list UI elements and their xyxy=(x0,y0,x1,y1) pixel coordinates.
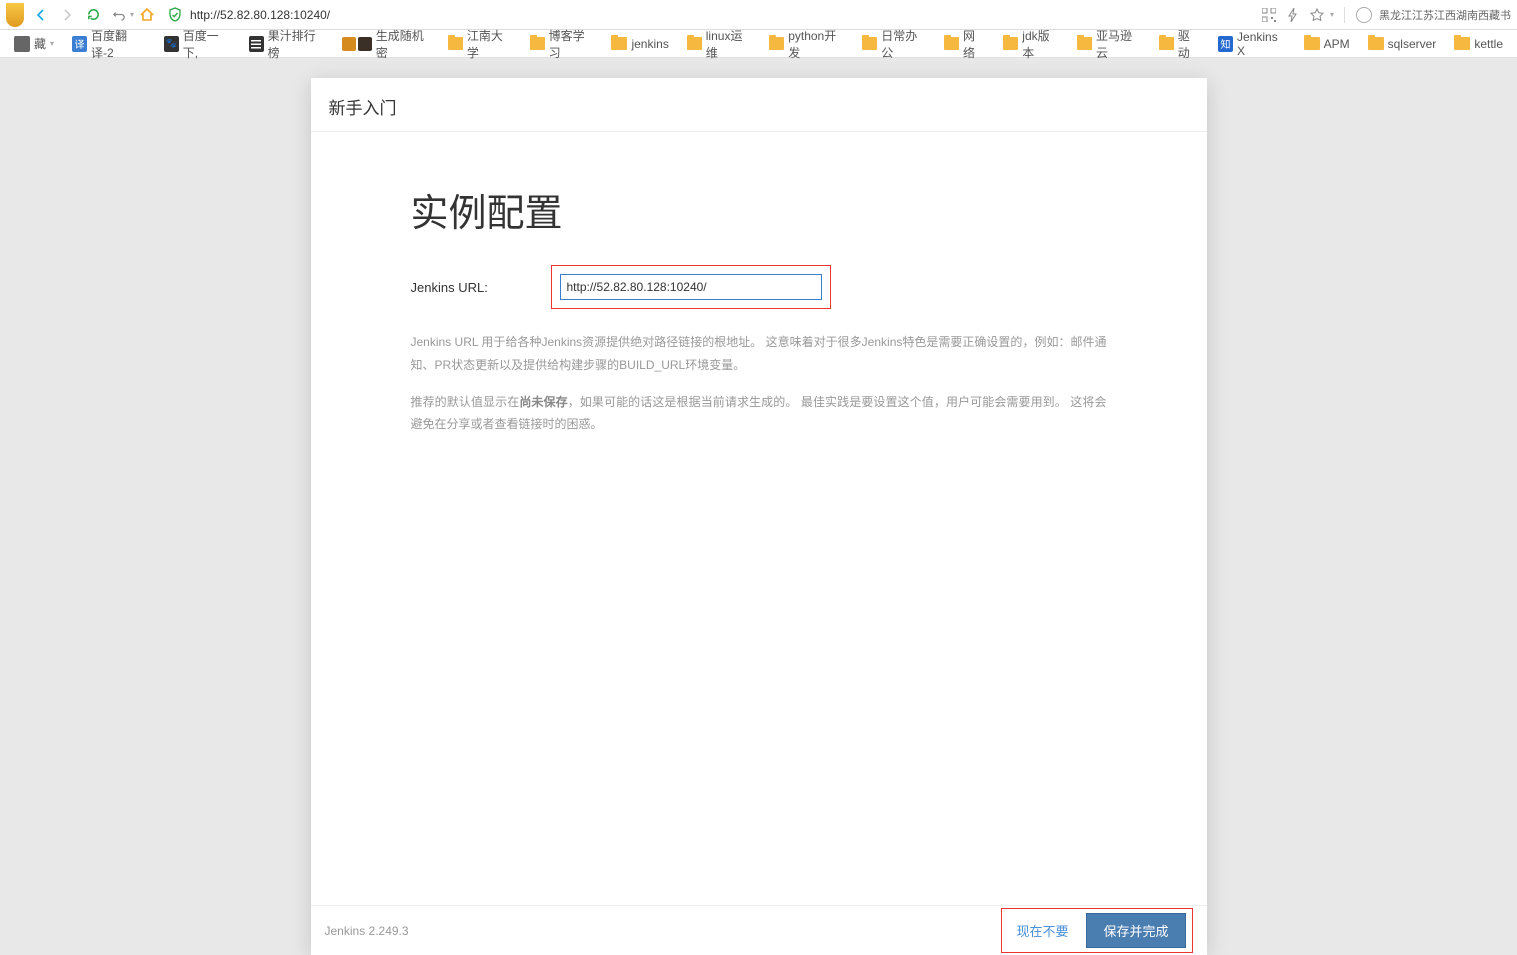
setup-wizard: 新手入门 实例配置 Jenkins URL: Jenkins URL 用于给各种… xyxy=(311,78,1207,955)
toolbar-right-group: ▾ 黑龙江江苏江西湖南西藏书 xyxy=(1260,6,1511,24)
jenkins-url-row: Jenkins URL: xyxy=(411,265,831,309)
bookmark-label: 藏 xyxy=(34,35,46,52)
folder-icon xyxy=(1003,37,1018,50)
bookmark-item[interactable]: 知Jenkins X xyxy=(1210,28,1294,60)
folder-icon xyxy=(1077,37,1092,50)
folder-icon xyxy=(687,37,702,50)
help-text-2b: 尚未保存 xyxy=(519,395,567,409)
bookmark-item[interactable]: 驱动 xyxy=(1151,25,1208,63)
folder-icon xyxy=(944,37,959,50)
bookmark-box-icon xyxy=(342,37,356,51)
footer-buttons-highlight: 现在不要 保存并完成 xyxy=(1001,908,1192,953)
bookmark-item[interactable]: APM xyxy=(1296,35,1358,53)
site-security-icon[interactable] xyxy=(166,6,184,24)
help-text-2: 推荐的默认值显示在尚未保存，如果可能的话这是根据当前请求生成的。 最佳实践是要设… xyxy=(411,391,1107,437)
flash-icon[interactable] xyxy=(1284,6,1302,24)
qr-icon[interactable] xyxy=(1260,6,1278,24)
bookmark-item[interactable]: python开发 xyxy=(761,25,852,63)
folder-icon xyxy=(530,37,545,50)
text-badge-icon: 知 xyxy=(1218,36,1233,52)
bookmark-item[interactable]: 藏▾ xyxy=(6,33,62,54)
folder-icon xyxy=(448,37,463,50)
bookmark-item[interactable]: 🐾百度一下, xyxy=(156,25,239,63)
folder-icon xyxy=(1159,37,1174,50)
bookmark-item[interactable]: 网络 xyxy=(936,25,993,63)
bookmark-item[interactable]: 博客学习 xyxy=(522,25,602,63)
bookmark-label: sqlserver xyxy=(1388,37,1437,51)
bookmark-label: 亚马逊云 xyxy=(1096,27,1141,61)
folder-icon xyxy=(769,37,784,50)
page-content: 新手入门 实例配置 Jenkins URL: Jenkins URL 用于给各种… xyxy=(0,58,1517,955)
folder-icon xyxy=(1368,37,1384,50)
folder-icon xyxy=(611,37,627,50)
bookmark-label: jdk版本 xyxy=(1022,27,1059,61)
bookmark-item[interactable]: 生成随机密 xyxy=(334,25,438,63)
bookmark-label: jenkins xyxy=(631,37,668,51)
bookmark-item[interactable]: 日常办公 xyxy=(854,25,934,63)
bookmark-item[interactable]: 江南大学 xyxy=(440,25,520,63)
save-button[interactable]: 保存并完成 xyxy=(1086,913,1185,948)
favorite-icon[interactable] xyxy=(1308,6,1326,24)
spin-icon[interactable] xyxy=(1355,6,1373,24)
bookmark-item[interactable]: jenkins xyxy=(603,35,676,53)
address-bar-text: http://52.82.80.128:10240/ xyxy=(190,8,330,22)
bookmark-label: 网络 xyxy=(963,27,985,61)
bookmark-label: 江南大学 xyxy=(467,27,512,61)
wizard-footer: Jenkins 2.249.3 现在不要 保存并完成 xyxy=(311,905,1207,955)
chevron-down-icon: ▾ xyxy=(50,39,54,48)
bookmark-label: linux运维 xyxy=(706,27,751,61)
paw-icon: 🐾 xyxy=(164,36,179,52)
back-button[interactable] xyxy=(28,2,54,28)
jenkins-version: Jenkins 2.249.3 xyxy=(325,924,409,938)
bookmark-item[interactable]: sqlserver xyxy=(1360,35,1445,53)
bookmark-label: 百度翻译-2 xyxy=(91,27,146,61)
bookmark-label: kettle xyxy=(1474,37,1503,51)
bookmark-item[interactable]: 果汁排行榜 xyxy=(241,25,332,63)
bars-icon xyxy=(249,36,264,52)
bookmark-label: 博客学习 xyxy=(549,27,594,61)
bookmarks-bar: 藏▾译百度翻译-2🐾百度一下,果汁排行榜生成随机密江南大学博客学习jenkins… xyxy=(0,30,1517,58)
wizard-header: 新手入门 xyxy=(311,78,1207,132)
text-badge-icon xyxy=(14,36,30,52)
text-badge-icon: 译 xyxy=(72,36,87,52)
bookmark-label: 果汁排行榜 xyxy=(268,27,324,61)
folder-icon xyxy=(1454,37,1470,50)
jenkins-url-label: Jenkins URL: xyxy=(411,280,551,295)
bookmark-label: APM xyxy=(1324,37,1350,51)
skip-button[interactable]: 现在不要 xyxy=(1008,915,1076,946)
wizard-body: 实例配置 Jenkins URL: Jenkins URL 用于给各种Jenki… xyxy=(311,132,1207,905)
bookmark-label: Jenkins X xyxy=(1237,30,1286,58)
bookmark-item[interactable]: jdk版本 xyxy=(995,25,1067,63)
bookmark-label: 生成随机密 xyxy=(376,27,430,61)
address-bar[interactable]: http://52.82.80.128:10240/ xyxy=(190,4,1248,26)
bookmark-item[interactable]: 译百度翻译-2 xyxy=(64,25,154,63)
bookmark-label: 百度一下, xyxy=(183,27,231,61)
jenkins-url-input[interactable] xyxy=(560,274,822,300)
region-label: 黑龙江江苏江西湖南西藏书 xyxy=(1379,7,1511,23)
bookmark-label: python开发 xyxy=(788,27,844,61)
wizard-title: 实例配置 xyxy=(411,182,1107,237)
bookmark-label: 驱动 xyxy=(1178,27,1200,61)
help-text-1: Jenkins URL 用于给各种Jenkins资源提供绝对路径链接的根地址。 … xyxy=(411,331,1107,377)
divider xyxy=(1344,7,1345,23)
bookmark-item[interactable]: 亚马逊云 xyxy=(1069,25,1149,63)
bookmark-item[interactable]: kettle xyxy=(1446,35,1511,53)
bookmark-label: 日常办公 xyxy=(881,27,926,61)
bookmark-item[interactable]: linux运维 xyxy=(679,25,759,63)
bookmark-box-icon xyxy=(358,37,372,51)
folder-icon xyxy=(1304,37,1320,50)
browser-logo-icon xyxy=(6,3,24,27)
folder-icon xyxy=(862,37,877,50)
favorite-chevron-icon: ▾ xyxy=(1330,10,1334,19)
help-text-2a: 推荐的默认值显示在 xyxy=(411,395,520,409)
jenkins-url-highlight xyxy=(551,265,831,309)
